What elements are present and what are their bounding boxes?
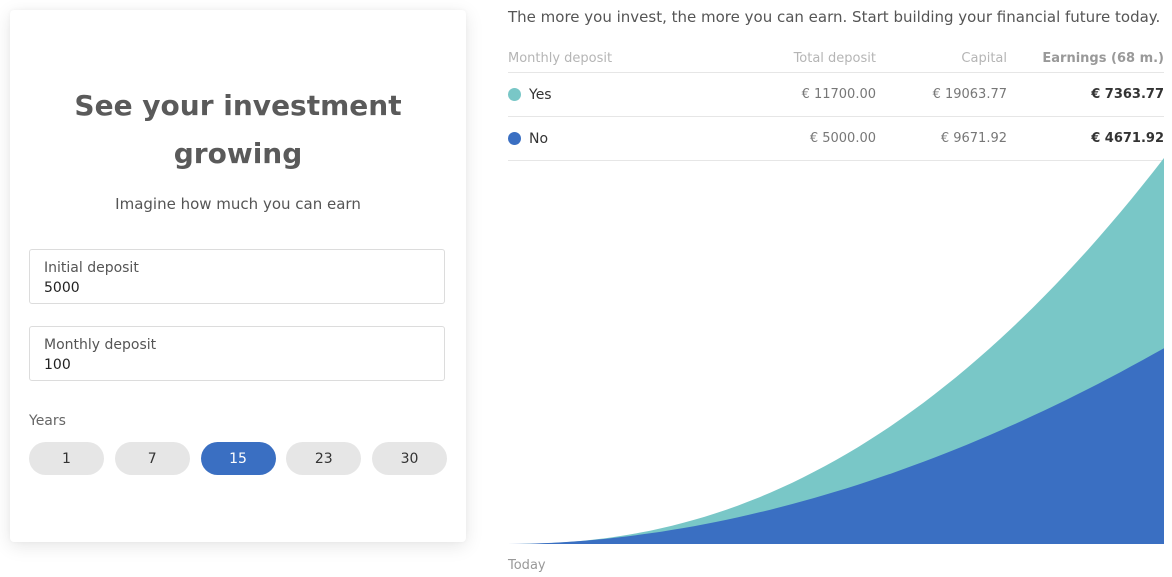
year-option-15[interactable]: 15 <box>200 442 276 475</box>
growth-chart <box>508 158 1164 544</box>
results-intro: The more you invest, the more you can ea… <box>508 8 1161 26</box>
year-option-30[interactable]: 30 <box>372 442 447 475</box>
years-label: Years <box>29 413 66 429</box>
header-capital: Capital <box>961 50 1007 66</box>
header-monthly-deposit: Monthly deposit <box>508 50 613 66</box>
table-row-yes: Yes € 11700.00 € 19063.77 € 7363.77 <box>508 73 1164 117</box>
row-no-dot <box>508 132 521 145</box>
row-yes-earnings: € 7363.77 <box>1091 87 1164 102</box>
row-no-label: No <box>529 130 549 147</box>
row-no-earnings: € 4671.92 <box>1091 131 1164 146</box>
monthly-deposit-input[interactable] <box>44 357 424 373</box>
year-option-23[interactable]: 23 <box>286 442 362 475</box>
title-line-2: growing <box>173 137 303 170</box>
row-no-total-deposit: € 5000.00 <box>809 131 876 146</box>
initial-deposit-input[interactable] <box>44 280 424 296</box>
calculator-subtitle: Imagine how much you can earn <box>115 195 361 213</box>
row-yes-capital: € 19063.77 <box>932 87 1007 102</box>
table-header: Monthly deposit Total deposit Capital Ea… <box>508 44 1164 73</box>
initial-deposit-field[interactable]: Initial deposit <box>29 249 445 304</box>
calculator-title: See your investment growing <box>10 82 466 178</box>
row-yes-dot <box>508 88 521 101</box>
row-yes-label-cell: Yes <box>508 73 552 116</box>
chart-start-label: Today <box>508 558 546 573</box>
row-yes-total-deposit: € 11700.00 <box>801 87 876 102</box>
header-total-deposit: Total deposit <box>793 50 876 66</box>
initial-deposit-label: Initial deposit <box>44 260 139 276</box>
results-table: Monthly deposit Total deposit Capital Ea… <box>508 44 1164 161</box>
monthly-deposit-label: Monthly deposit <box>44 337 157 353</box>
title-line-1: See your investment <box>74 89 402 122</box>
year-option-1[interactable]: 1 <box>29 442 104 475</box>
header-earnings: Earnings (68 m.) <box>1042 50 1164 66</box>
year-option-7[interactable]: 7 <box>114 442 190 475</box>
monthly-deposit-field[interactable]: Monthly deposit <box>29 326 445 381</box>
years-selector: 1 7 15 23 30 <box>29 442 447 475</box>
row-no-label-cell: No <box>508 117 548 160</box>
row-yes-label: Yes <box>529 86 552 103</box>
table-row-no: No € 5000.00 € 9671.92 € 4671.92 <box>508 117 1164 161</box>
calculator-card: See your investment growing Imagine how … <box>10 10 466 542</box>
row-no-capital: € 9671.92 <box>940 131 1007 146</box>
